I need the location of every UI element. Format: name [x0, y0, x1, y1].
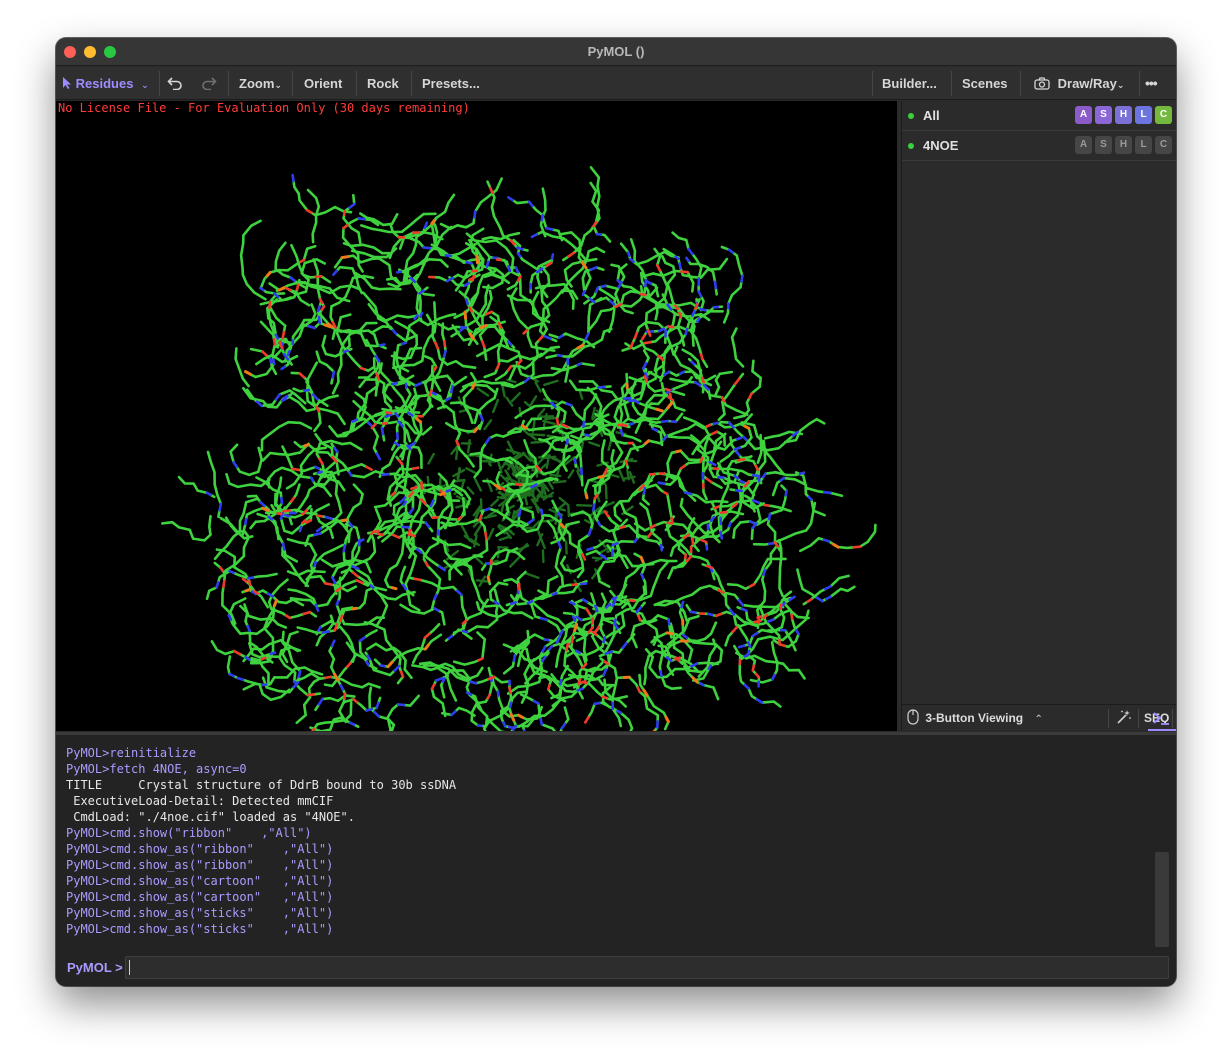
console-log: PyMOL>reinitialize PyMOL>fetch 4NOE, asyn…: [66, 745, 1146, 937]
command-input[interactable]: [125, 956, 1169, 979]
toolbar: Residues ⌄ Zoom⌄ Orient Rock Presets... …: [56, 67, 1176, 100]
camera-icon: [1034, 77, 1050, 90]
pymol-window: PyMOL () Residues ⌄ Zoom⌄ Orient Rock Pr…: [56, 38, 1176, 986]
redo-icon: [202, 77, 217, 91]
console-output-line: ExecutiveLoad-Detail: Detected mmCIF: [66, 794, 334, 808]
command-prompt-label: PyMOL >: [67, 960, 123, 975]
title-bar: PyMOL (): [56, 38, 1176, 66]
draw-ray-label: Draw/Ray: [1057, 76, 1117, 91]
chevron-up-icon: ⌃: [1034, 714, 1043, 725]
object-name: 4NOE: [923, 138, 959, 153]
molecule-viewport[interactable]: No License File - For Evaluation Only (3…: [56, 101, 897, 731]
object-a-button[interactable]: A: [1075, 136, 1092, 154]
console-command-line: PyMOL>cmd.show_as("sticks" ,"All"): [66, 922, 334, 936]
object-c-button[interactable]: C: [1155, 106, 1172, 124]
chevron-down-icon: ⌄: [141, 80, 149, 90]
object-name: All: [923, 108, 940, 123]
more-options-button[interactable]: •••: [1145, 67, 1158, 100]
rock-button[interactable]: Rock: [367, 67, 399, 100]
undo-icon: [167, 77, 182, 91]
license-warning: No License File - For Evaluation Only (3…: [58, 101, 470, 115]
object-l-button[interactable]: L: [1135, 136, 1152, 154]
object-enabled-indicator[interactable]: [908, 143, 914, 149]
mouse-icon: [907, 709, 919, 725]
zoom-button[interactable]: Zoom⌄: [239, 67, 282, 100]
object-s-button[interactable]: S: [1095, 106, 1112, 124]
object-c-button[interactable]: C: [1155, 136, 1172, 154]
pointer-icon: [63, 77, 71, 89]
draw-ray-button[interactable]: Draw/Ray⌄: [1034, 67, 1124, 100]
window-title: PyMOL (): [587, 44, 645, 59]
scenes-button[interactable]: Scenes: [962, 67, 1008, 100]
orient-button[interactable]: Orient: [304, 67, 342, 100]
console-toggle-button[interactable]: [1148, 704, 1176, 731]
console-output-line: TITLE Crystal structure of DdrB bound to…: [66, 778, 457, 792]
molecule-structure-render: [161, 166, 877, 731]
object-h-button[interactable]: H: [1115, 106, 1132, 124]
console-command-line: PyMOL>reinitialize: [66, 746, 197, 760]
redo-button[interactable]: [201, 67, 217, 100]
selection-mode-dropdown[interactable]: Residues ⌄: [62, 67, 149, 100]
wizard-button[interactable]: [1116, 705, 1132, 732]
terminal-prompt-icon: [1153, 712, 1169, 725]
object-h-button[interactable]: H: [1115, 136, 1132, 154]
console-command-line: PyMOL>cmd.show_as("ribbon" ,"All"): [66, 858, 334, 872]
console-command-line: PyMOL>cmd.show("ribbon" ,"All"): [66, 826, 312, 840]
console-output-line: CmdLoad: "./4noe.cif" loaded as "4NOE".: [66, 810, 355, 824]
mouse-mode-button[interactable]: 3-Button Viewing ⌃: [907, 705, 1043, 732]
mouse-mode-bar: 3-Button Viewing ⌃ SEQ: [901, 704, 1176, 731]
console-command-line: PyMOL>cmd.show_as("sticks" ,"All"): [66, 906, 334, 920]
selection-mode-label: Residues: [75, 76, 134, 91]
object-row-4noe[interactable]: 4NOE A S H L C: [902, 131, 1176, 161]
object-enabled-indicator[interactable]: [908, 113, 914, 119]
console-command-line: PyMOL>cmd.show_as("cartoon" ,"All"): [66, 890, 334, 904]
undo-button[interactable]: [167, 67, 183, 100]
console-panel: PyMOL>reinitialize PyMOL>fetch 4NOE, asyn…: [56, 732, 1176, 986]
chevron-down-icon: ⌄: [1116, 80, 1125, 90]
object-s-button[interactable]: S: [1095, 136, 1112, 154]
object-l-button[interactable]: L: [1135, 106, 1152, 124]
object-a-button[interactable]: A: [1075, 106, 1092, 124]
builder-button[interactable]: Builder...: [882, 67, 937, 100]
console-command-line: PyMOL>fetch 4NOE, async=0: [66, 762, 247, 776]
console-scrollbar[interactable]: [1155, 852, 1169, 947]
presets-button[interactable]: Presets...: [422, 67, 480, 100]
carbon-bonds: [161, 166, 877, 731]
stick-bonds: [161, 166, 877, 731]
console-command-line: PyMOL>cmd.show_as("cartoon" ,"All"): [66, 874, 334, 888]
magic-wand-icon: [1117, 710, 1131, 724]
chevron-down-icon: ⌄: [274, 80, 282, 90]
mouse-mode-label: 3-Button Viewing: [925, 711, 1024, 725]
object-panel: All A S H L C 4NOE A S H L C: [901, 101, 1176, 704]
object-row-all[interactable]: All A S H L C: [902, 101, 1176, 131]
text-caret: [129, 960, 130, 975]
console-command-line: PyMOL>cmd.show_as("ribbon" ,"All"): [66, 842, 334, 856]
zoom-label: Zoom: [239, 76, 275, 91]
